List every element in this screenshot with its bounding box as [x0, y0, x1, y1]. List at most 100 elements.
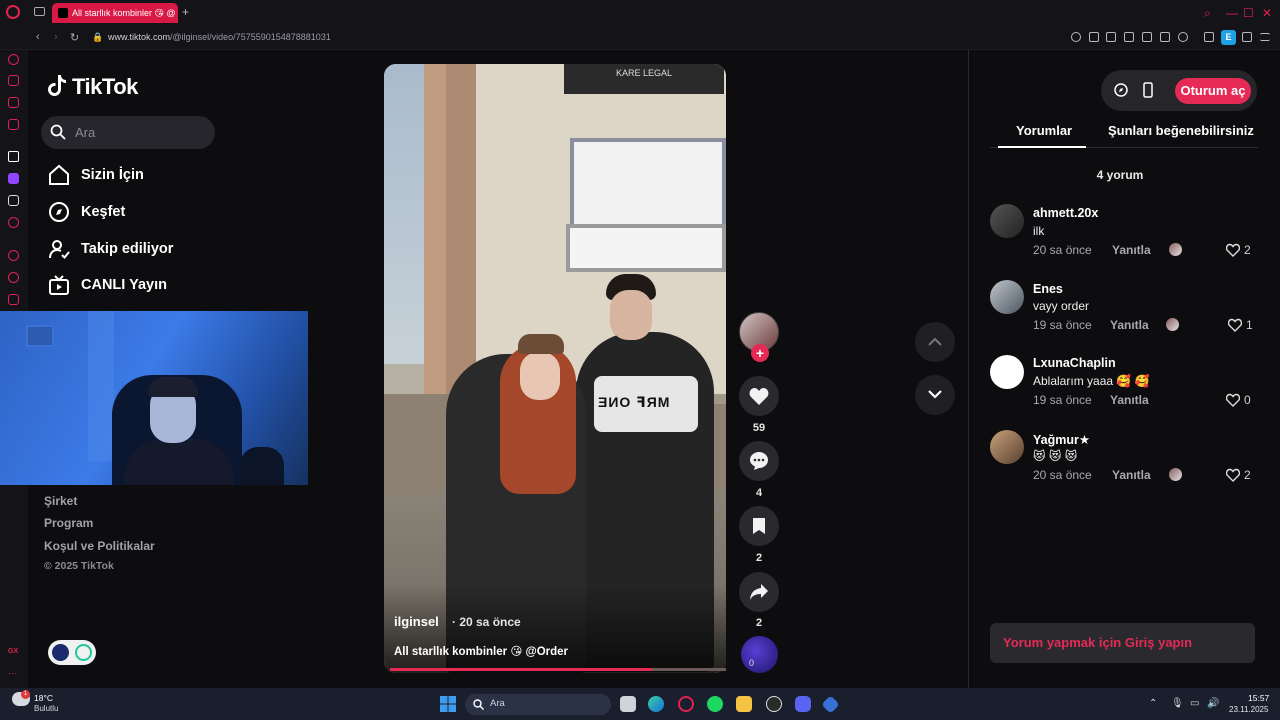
clock-date[interactable]: 23.11.2025	[1229, 705, 1268, 714]
extension-toggle-pill[interactable]	[48, 640, 96, 665]
footer-terms-link[interactable]: Koşul ve Politikalar	[44, 539, 155, 553]
comment-heart-icon[interactable]	[1226, 243, 1240, 257]
opera-logo-icon[interactable]	[6, 5, 20, 19]
like-button[interactable]	[739, 376, 779, 416]
messenger-icon[interactable]	[8, 97, 19, 108]
music-disc-icon[interactable]: 0	[741, 636, 778, 673]
follow-button[interactable]: +	[751, 344, 769, 362]
comment-heart-icon[interactable]	[1226, 393, 1240, 407]
share-arrow-icon	[750, 584, 768, 600]
footer-program-link[interactable]: Program	[44, 516, 93, 530]
settings-icon[interactable]	[8, 294, 19, 305]
reply-button[interactable]: Yanıtla	[1110, 318, 1149, 332]
reply-button[interactable]: Yanıtla	[1112, 468, 1151, 482]
comment-login-prompt[interactable]: Yorum yapmak için Giriş yapın	[990, 623, 1255, 663]
maximize-button[interactable]: ☐	[1243, 6, 1254, 20]
history-icon[interactable]	[8, 54, 19, 65]
tab-you-may-like[interactable]: Şunları beğenebilirsiniz	[1108, 123, 1254, 138]
reply-button[interactable]: Yanıtla	[1112, 243, 1151, 257]
tiktok-logo-text[interactable]: TikTok	[72, 74, 138, 100]
play-icon[interactable]	[1160, 32, 1170, 42]
spotify-taskbar-icon[interactable]	[707, 696, 723, 712]
clock-icon[interactable]	[8, 272, 19, 283]
download-icon[interactable]	[1242, 32, 1252, 42]
edge-icon[interactable]	[648, 696, 664, 712]
reload-button[interactable]: ↻	[70, 31, 79, 44]
discord-icon[interactable]	[795, 696, 811, 712]
bag-icon[interactable]	[8, 75, 19, 86]
new-tab-button[interactable]: +	[182, 5, 189, 19]
comment-avatar[interactable]	[990, 355, 1024, 389]
comment-avatar[interactable]	[990, 280, 1024, 314]
aria-icon[interactable]	[8, 151, 19, 162]
following-icon	[49, 240, 70, 259]
comment-heart-icon[interactable]	[1226, 468, 1240, 482]
tab-tiktok-video[interactable]: All starllık kombinler 😘 @	[52, 3, 178, 23]
footer-company-link[interactable]: Şirket	[44, 494, 77, 508]
player-icon[interactable]	[8, 250, 19, 261]
back-button[interactable]: ‹	[36, 31, 40, 43]
nav-item-following[interactable]: Takip ediliyor	[48, 237, 173, 261]
previous-video-button[interactable]	[915, 322, 955, 362]
minimize-button[interactable]: —	[1226, 6, 1238, 20]
more-icon[interactable]: ···	[8, 668, 19, 679]
x-icon[interactable]	[8, 195, 19, 206]
save-button[interactable]	[739, 506, 779, 546]
twitch-icon[interactable]	[8, 173, 19, 184]
search-tabs-icon[interactable]: ⌕	[1204, 6, 1211, 21]
phone-icon[interactable]	[1143, 82, 1153, 98]
share-button[interactable]	[739, 572, 779, 612]
heart-bookmark-icon[interactable]	[1178, 32, 1188, 42]
comment-username[interactable]: Enes	[1033, 282, 1063, 296]
weather-temp[interactable]: 18°C	[34, 693, 53, 703]
url-field[interactable]: www.tiktok.com/@ilginsel/video/757559015…	[108, 32, 331, 42]
volume-icon[interactable]: 🔊	[1207, 698, 1219, 709]
menu-icon[interactable]	[1260, 33, 1270, 41]
extensions-icon[interactable]	[1204, 32, 1214, 42]
next-video-button[interactable]	[915, 375, 955, 415]
forward-button[interactable]: ›	[54, 31, 58, 43]
microphone-icon[interactable]: 🎙	[1171, 698, 1184, 709]
tab-overview-icon[interactable]	[34, 7, 45, 16]
comment-avatar[interactable]	[990, 430, 1024, 464]
windows-start-icon[interactable]	[440, 696, 456, 712]
video-author-link[interactable]: ilginsel	[394, 614, 439, 629]
screenshot-icon[interactable]	[1106, 32, 1116, 42]
task-view-icon[interactable]	[620, 696, 636, 712]
file-explorer-icon[interactable]	[736, 696, 752, 712]
extension-e-button[interactable]: E	[1221, 30, 1236, 45]
search-input[interactable]	[41, 116, 215, 149]
comment-heart-icon[interactable]	[1228, 318, 1242, 332]
reply-button[interactable]: Yanıtla	[1110, 393, 1149, 407]
network-icon[interactable]: ▭	[1190, 698, 1199, 709]
comment-username[interactable]: LxunaChaplin	[1033, 356, 1116, 370]
tab-comments[interactable]: Yorumlar	[1016, 123, 1072, 138]
power-icon[interactable]	[75, 644, 92, 661]
close-window-button[interactable]: ✕	[1262, 6, 1272, 20]
video-player[interactable]: KARE LEGAL ƎИO ꟻЯM	[384, 64, 726, 673]
nav-item-live[interactable]: CANLI Yayın	[48, 273, 167, 297]
shield-icon[interactable]	[1124, 32, 1134, 42]
nav-item-explore[interactable]: Keşfet	[48, 200, 125, 224]
clock-time[interactable]: 15:57	[1248, 693, 1269, 703]
nav-item-for-you[interactable]: Sizin İçin	[48, 163, 144, 187]
tray-chevron-icon[interactable]: ⌃	[1149, 698, 1157, 709]
comment-count-label: 4 yorum	[1096, 168, 1144, 182]
translate-icon[interactable]	[1142, 32, 1152, 42]
tiktok-logo-icon[interactable]	[48, 74, 66, 96]
comment-button[interactable]	[739, 441, 779, 481]
login-button[interactable]: Oturum aç	[1175, 78, 1251, 104]
compass-small-icon[interactable]	[1114, 83, 1128, 97]
taskbar-search[interactable]	[465, 694, 611, 715]
obs-icon[interactable]	[766, 696, 782, 712]
zoom-icon[interactable]	[1071, 32, 1081, 42]
comment-avatar[interactable]	[990, 204, 1024, 238]
comment-username[interactable]: Yağmur★	[1033, 432, 1090, 447]
pin-icon[interactable]	[1089, 32, 1099, 42]
instagram-icon[interactable]	[8, 119, 19, 130]
opera-gx-taskbar-icon[interactable]	[678, 696, 694, 712]
spotify-icon[interactable]	[8, 217, 19, 228]
comment-text: 😻 😻 😻	[1033, 449, 1078, 463]
gx-icon[interactable]: GX	[8, 648, 19, 659]
comment-username[interactable]: ahmett.20x	[1033, 206, 1098, 220]
